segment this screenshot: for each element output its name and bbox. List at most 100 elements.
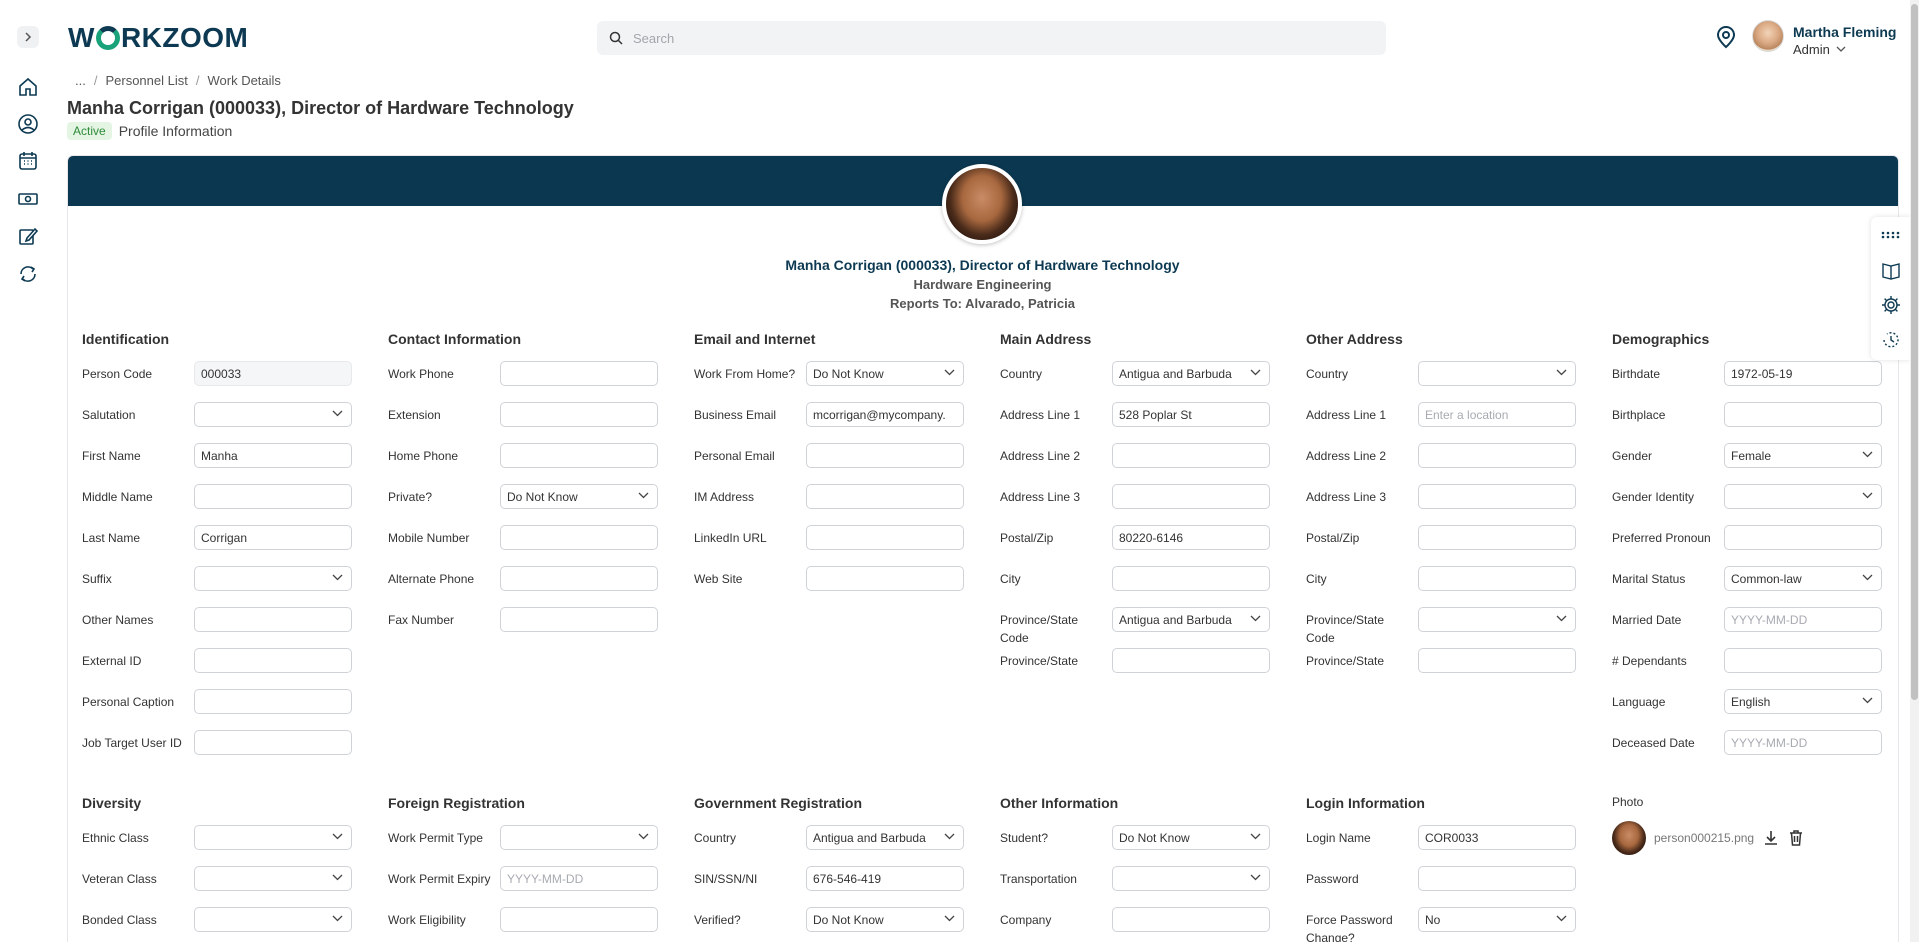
field-label: Veteran Class <box>82 872 157 886</box>
chevron-down-icon <box>1556 915 1567 922</box>
postal-zip-field[interactable]: 80220-6146 <box>1112 525 1270 550</box>
home-phone-field[interactable] <box>500 443 658 468</box>
login-name-field[interactable]: COR0033 <box>1418 825 1576 850</box>
suffix-select[interactable] <box>194 566 352 591</box>
linkedin-url-field[interactable] <box>806 525 964 550</box>
left-nav-rail <box>0 0 56 942</box>
ethnic-class-select[interactable] <box>194 825 352 850</box>
private-select[interactable]: Do Not Know <box>500 484 658 509</box>
country-select[interactable]: Antigua and Barbuda <box>806 825 964 850</box>
mobile-number-field[interactable] <box>500 525 658 550</box>
job-target-user-id-field[interactable] <box>194 730 352 755</box>
force-password-change-select[interactable]: No <box>1418 907 1576 932</box>
user-avatar[interactable] <box>1752 20 1784 52</box>
web-site-field[interactable] <box>806 566 964 591</box>
address-line-2-field[interactable] <box>1112 443 1270 468</box>
book-icon[interactable] <box>1879 258 1903 282</box>
city-field[interactable] <box>1418 566 1576 591</box>
province-state-field[interactable] <box>1112 648 1270 673</box>
address-line-2-field[interactable] <box>1418 443 1576 468</box>
postal-zip-field[interactable] <box>1418 525 1576 550</box>
download-icon[interactable] <box>1762 829 1780 847</box>
fax-number-field[interactable] <box>500 607 658 632</box>
edit-icon[interactable] <box>15 223 41 249</box>
im-address-field[interactable] <box>806 484 964 509</box>
user-name[interactable]: Martha Fleming <box>1793 24 1896 40</box>
user-role-menu[interactable]: Admin <box>1793 42 1846 57</box>
province-state-code-select[interactable] <box>1418 607 1576 632</box>
field-label: Other Names <box>82 613 154 627</box>
company-field[interactable] <box>1112 907 1270 932</box>
work-from-home-select[interactable]: Do Not Know <box>806 361 964 386</box>
province-state-code-select[interactable]: Antigua and Barbuda <box>1112 607 1270 632</box>
first-name-field[interactable]: Manha <box>194 443 352 468</box>
birthplace-field[interactable] <box>1724 402 1882 427</box>
address-line-3-field[interactable] <box>1418 484 1576 509</box>
personal-caption-field[interactable] <box>194 689 352 714</box>
country-select[interactable] <box>1418 361 1576 386</box>
expand-nav-button[interactable] <box>17 26 39 48</box>
veteran-class-select[interactable] <box>194 866 352 891</box>
trash-icon[interactable] <box>1788 829 1804 847</box>
search-bar[interactable] <box>597 21 1386 55</box>
extension-field[interactable] <box>500 402 658 427</box>
home-icon[interactable] <box>15 74 41 100</box>
verified-select[interactable]: Do Not Know <box>806 907 964 932</box>
breadcrumb-ellipsis[interactable]: ... <box>75 73 86 88</box>
work-permit-expiry-field[interactable]: YYYY-MM-DD <box>500 866 658 891</box>
person-icon[interactable] <box>15 111 41 137</box>
search-input[interactable] <box>633 30 1333 46</box>
history-icon[interactable] <box>1879 328 1903 352</box>
form-row: Personal Email <box>694 443 984 484</box>
form-row: Person Code 000033 <box>82 361 372 402</box>
sin-ssn-ni-field[interactable]: 676-546-419 <box>806 866 964 891</box>
married-date-field[interactable]: YYYY-MM-DD <box>1724 607 1882 632</box>
field-value: 1972-05-19 <box>1731 366 1793 381</box>
location-pin-icon[interactable] <box>1715 25 1737 54</box>
address-line-1-field[interactable]: 528 Poplar St <box>1112 402 1270 427</box>
business-email-field[interactable]: mcorrigan@mycompany.com <box>806 402 964 427</box>
address-line-1-field[interactable]: Enter a location <box>1418 402 1576 427</box>
last-name-field[interactable]: Corrigan <box>194 525 352 550</box>
alternate-phone-field[interactable] <box>500 566 658 591</box>
chevron-right-icon <box>25 32 32 42</box>
form-row: Work Phone <box>388 361 678 402</box>
deceased-date-field[interactable]: YYYY-MM-DD <box>1724 730 1882 755</box>
password-field[interactable] <box>1418 866 1576 891</box>
preferred-pronoun-field[interactable] <box>1724 525 1882 550</box>
dependants-field[interactable] <box>1724 648 1882 673</box>
breadcrumb-personnel-list[interactable]: Personnel List <box>105 73 187 88</box>
grid-dots-icon[interactable] <box>1879 223 1903 247</box>
external-id-field[interactable] <box>194 648 352 673</box>
calendar-icon[interactable] <box>15 148 41 174</box>
province-state-field[interactable] <box>1418 648 1576 673</box>
photo-thumbnail[interactable] <box>1612 821 1646 855</box>
birthdate-field[interactable]: 1972-05-19 <box>1724 361 1882 386</box>
work-phone-field[interactable] <box>500 361 658 386</box>
middle-name-field[interactable] <box>194 484 352 509</box>
address-line-3-field[interactable] <box>1112 484 1270 509</box>
section-title: Photo <box>1612 795 1644 809</box>
field-label: Birthdate <box>1612 367 1661 381</box>
gear-icon[interactable] <box>1879 293 1903 317</box>
language-select[interactable]: English <box>1724 689 1882 714</box>
bonded-class-select[interactable] <box>194 907 352 932</box>
field-label: Login Name <box>1306 831 1371 845</box>
field-value: Antigua and Barbuda <box>813 830 926 845</box>
country-select[interactable]: Antigua and Barbuda <box>1112 361 1270 386</box>
other-names-field[interactable] <box>194 607 352 632</box>
gender-identity-select[interactable] <box>1724 484 1882 509</box>
money-icon[interactable] <box>15 186 41 212</box>
transportation-select[interactable] <box>1112 866 1270 891</box>
work-eligibility-field[interactable] <box>500 907 658 932</box>
form-row: Birthplace <box>1612 402 1902 443</box>
student-select[interactable]: Do Not Know <box>1112 825 1270 850</box>
personal-email-field[interactable] <box>806 443 964 468</box>
gender-select[interactable]: Female <box>1724 443 1882 468</box>
work-permit-type-select[interactable] <box>500 825 658 850</box>
marital-status-select[interactable]: Common-law <box>1724 566 1882 591</box>
salutation-select[interactable] <box>194 402 352 427</box>
scrollbar-thumb[interactable] <box>1911 4 1918 700</box>
city-field[interactable] <box>1112 566 1270 591</box>
workzoom-logo[interactable]: W RKZOOM <box>68 22 248 54</box>
